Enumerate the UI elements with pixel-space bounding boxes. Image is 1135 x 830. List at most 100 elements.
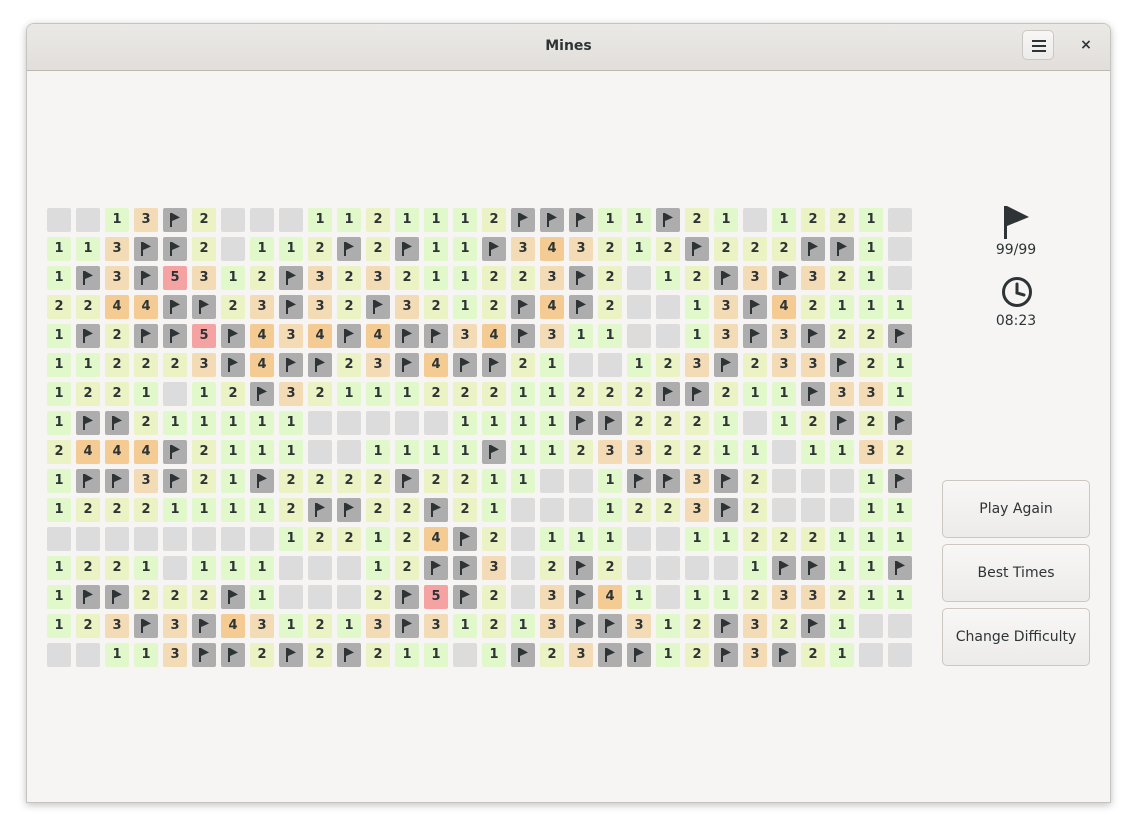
number-cell[interactable]: 2: [685, 440, 709, 464]
flagged-cell[interactable]: [714, 353, 738, 377]
flagged-cell[interactable]: [511, 295, 535, 319]
unrevealed-cell[interactable]: [656, 556, 680, 580]
flagged-cell[interactable]: [163, 440, 187, 464]
number-cell[interactable]: 3: [540, 614, 564, 638]
number-cell[interactable]: 3: [743, 643, 767, 667]
number-cell[interactable]: 1: [627, 237, 651, 261]
number-cell[interactable]: 1: [743, 382, 767, 406]
number-cell[interactable]: 4: [540, 295, 564, 319]
flagged-cell[interactable]: [511, 208, 535, 232]
unrevealed-cell[interactable]: [511, 498, 535, 522]
number-cell[interactable]: 2: [511, 353, 535, 377]
number-cell[interactable]: 1: [134, 643, 158, 667]
flagged-cell[interactable]: [772, 556, 796, 580]
number-cell[interactable]: 2: [569, 382, 593, 406]
flagged-cell[interactable]: [830, 411, 854, 435]
number-cell[interactable]: 3: [511, 237, 535, 261]
number-cell[interactable]: 1: [598, 208, 622, 232]
number-cell[interactable]: 1: [685, 527, 709, 551]
number-cell[interactable]: 1: [743, 440, 767, 464]
number-cell[interactable]: 1: [859, 237, 883, 261]
number-cell[interactable]: 2: [221, 295, 245, 319]
change-difficulty-button[interactable]: Change Difficulty: [942, 608, 1090, 666]
number-cell[interactable]: 2: [308, 643, 332, 667]
unrevealed-cell[interactable]: [192, 527, 216, 551]
number-cell[interactable]: 2: [801, 643, 825, 667]
number-cell[interactable]: 3: [250, 295, 274, 319]
flagged-cell[interactable]: [888, 556, 912, 580]
number-cell[interactable]: 1: [424, 208, 448, 232]
number-cell[interactable]: 1: [221, 469, 245, 493]
number-cell[interactable]: 2: [482, 266, 506, 290]
number-cell[interactable]: 2: [830, 585, 854, 609]
number-cell[interactable]: 2: [221, 382, 245, 406]
number-cell[interactable]: 2: [685, 411, 709, 435]
flagged-cell[interactable]: [76, 585, 100, 609]
number-cell[interactable]: 1: [76, 353, 100, 377]
unrevealed-cell[interactable]: [569, 353, 593, 377]
best-times-button[interactable]: Best Times: [942, 544, 1090, 602]
number-cell[interactable]: 1: [47, 614, 71, 638]
flagged-cell[interactable]: [830, 353, 854, 377]
flagged-cell[interactable]: [192, 643, 216, 667]
flagged-cell[interactable]: [569, 266, 593, 290]
number-cell[interactable]: 3: [569, 237, 593, 261]
number-cell[interactable]: 3: [105, 237, 129, 261]
number-cell[interactable]: 2: [656, 440, 680, 464]
unrevealed-cell[interactable]: [453, 643, 477, 667]
number-cell[interactable]: 2: [250, 266, 274, 290]
number-cell[interactable]: 1: [424, 266, 448, 290]
flagged-cell[interactable]: [308, 353, 332, 377]
unrevealed-cell[interactable]: [772, 469, 796, 493]
unrevealed-cell[interactable]: [337, 585, 361, 609]
number-cell[interactable]: 2: [627, 382, 651, 406]
number-cell[interactable]: 3: [540, 324, 564, 348]
number-cell[interactable]: 2: [308, 614, 332, 638]
flagged-cell[interactable]: [656, 208, 680, 232]
number-cell[interactable]: 5: [163, 266, 187, 290]
number-cell[interactable]: 4: [76, 440, 100, 464]
number-cell[interactable]: 1: [192, 498, 216, 522]
number-cell[interactable]: 2: [801, 411, 825, 435]
unrevealed-cell[interactable]: [888, 266, 912, 290]
number-cell[interactable]: 2: [511, 266, 535, 290]
number-cell[interactable]: 2: [366, 208, 390, 232]
flagged-cell[interactable]: [76, 469, 100, 493]
number-cell[interactable]: 1: [279, 440, 303, 464]
number-cell[interactable]: 1: [192, 556, 216, 580]
flagged-cell[interactable]: [221, 353, 245, 377]
flagged-cell[interactable]: [743, 324, 767, 348]
number-cell[interactable]: 1: [888, 527, 912, 551]
number-cell[interactable]: 4: [134, 295, 158, 319]
unrevealed-cell[interactable]: [308, 585, 332, 609]
number-cell[interactable]: 3: [859, 382, 883, 406]
flagged-cell[interactable]: [714, 643, 738, 667]
number-cell[interactable]: 3: [772, 324, 796, 348]
unrevealed-cell[interactable]: [279, 208, 303, 232]
number-cell[interactable]: 1: [888, 353, 912, 377]
number-cell[interactable]: 1: [337, 382, 361, 406]
flagged-cell[interactable]: [569, 411, 593, 435]
flagged-cell[interactable]: [279, 266, 303, 290]
unrevealed-cell[interactable]: [424, 411, 448, 435]
unrevealed-cell[interactable]: [627, 266, 651, 290]
number-cell[interactable]: 3: [424, 614, 448, 638]
flagged-cell[interactable]: [482, 440, 506, 464]
unrevealed-cell[interactable]: [366, 411, 390, 435]
unrevealed-cell[interactable]: [511, 585, 535, 609]
number-cell[interactable]: 2: [656, 237, 680, 261]
number-cell[interactable]: 2: [859, 324, 883, 348]
number-cell[interactable]: 4: [598, 585, 622, 609]
number-cell[interactable]: 1: [250, 440, 274, 464]
number-cell[interactable]: 2: [569, 440, 593, 464]
unrevealed-cell[interactable]: [250, 208, 274, 232]
number-cell[interactable]: 3: [772, 585, 796, 609]
number-cell[interactable]: 1: [47, 411, 71, 435]
flagged-cell[interactable]: [424, 498, 448, 522]
flagged-cell[interactable]: [888, 469, 912, 493]
unrevealed-cell[interactable]: [627, 556, 651, 580]
flagged-cell[interactable]: [888, 411, 912, 435]
unrevealed-cell[interactable]: [279, 585, 303, 609]
number-cell[interactable]: 1: [105, 643, 129, 667]
number-cell[interactable]: 2: [134, 411, 158, 435]
